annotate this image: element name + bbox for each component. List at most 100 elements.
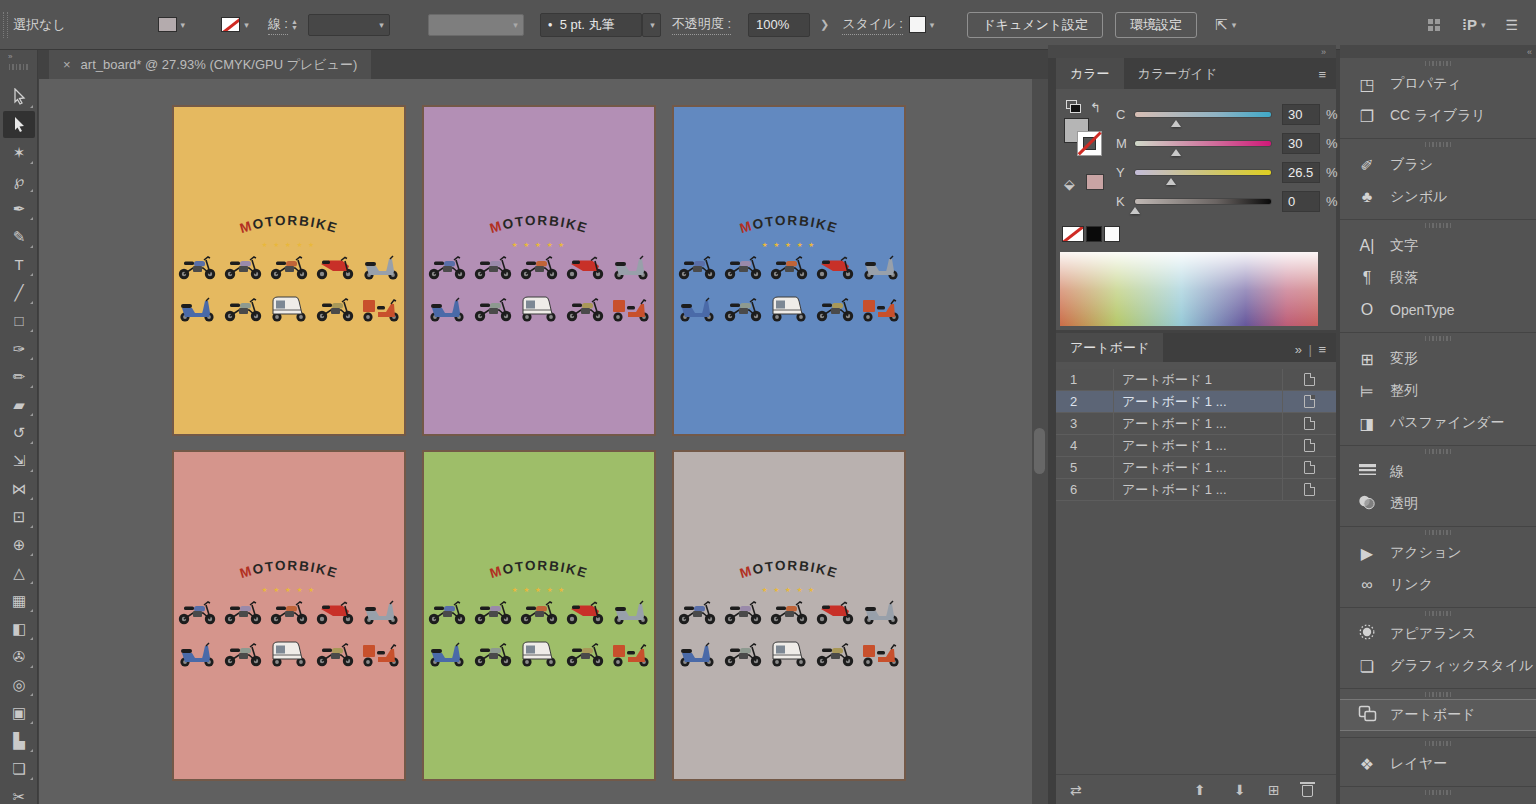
rectangle-tool[interactable]: □ xyxy=(3,307,35,334)
artboard-row-name[interactable]: アートボード 1 ... xyxy=(1114,481,1282,499)
blend-tool[interactable]: ◎ xyxy=(3,671,35,698)
dock-item-アクション[interactable]: ▶ アクション xyxy=(1340,537,1536,569)
color-spectrum[interactable] xyxy=(1060,252,1318,326)
fill-chevron-icon[interactable]: ▾ xyxy=(181,20,186,30)
document-tab[interactable]: × art_board* @ 27.93% (CMYK/GPU プレビュー) xyxy=(49,50,371,79)
tab-color-guide[interactable]: カラーガイド xyxy=(1124,58,1232,89)
new-artboard-icon[interactable]: ⊞ xyxy=(1268,782,1280,798)
brush-definition-field[interactable]: ●5 pt. 丸筆 xyxy=(540,13,642,37)
artboard-row-3[interactable]: 3 アートボード 1 ... xyxy=(1056,413,1336,435)
app-grid-icon[interactable] xyxy=(1428,19,1440,31)
free-transform-tool[interactable]: ⊡ xyxy=(3,503,35,530)
artboard-page-icon[interactable] xyxy=(1282,457,1336,478)
artboard-row-name[interactable]: アートボード 1 ... xyxy=(1114,459,1282,477)
dock-item-リンク[interactable]: ∞ リンク xyxy=(1340,569,1536,601)
slider-track-C[interactable] xyxy=(1134,111,1272,118)
rotate-tool[interactable]: ↺ xyxy=(3,419,35,446)
artboard-page-icon[interactable] xyxy=(1282,413,1336,434)
stroke-weight-label[interactable]: 線 : xyxy=(268,15,288,35)
artboard-row-4[interactable]: 4 アートボード 1 ... xyxy=(1056,435,1336,457)
dock-item-レイヤー[interactable]: ❖ レイヤー xyxy=(1340,748,1536,780)
artboard-row-name[interactable]: アートボード 1 ... xyxy=(1114,415,1282,433)
dock-item-グラフィックスタイル[interactable]: ❏ グラフィックスタイル xyxy=(1340,650,1536,682)
color-panel-menu-icon[interactable]: ≡ xyxy=(1318,67,1326,82)
style-chevron-icon[interactable]: ▾ xyxy=(930,20,935,30)
isolate-selection-icon[interactable]: ⇱ xyxy=(1215,16,1228,34)
dock-item-透明[interactable]: 透明 xyxy=(1340,488,1536,520)
artboard-tool[interactable]: ❏ xyxy=(3,755,35,782)
eyedropper-tool[interactable]: ✇ xyxy=(3,643,35,670)
stroke-stepper[interactable]: ▲▼ xyxy=(291,19,298,31)
dock-item-シンボル[interactable]: ♣ シンボル xyxy=(1340,181,1536,213)
pen-tool[interactable]: ✒ xyxy=(3,195,35,222)
stroke-chevron-icon[interactable]: ▾ xyxy=(244,20,249,30)
pencil-tool[interactable]: ✏ xyxy=(3,363,35,390)
dock-item-ブラシ[interactable]: ✐ ブラシ xyxy=(1340,149,1536,181)
type-tool[interactable]: T xyxy=(3,251,35,278)
artboard-row-2[interactable]: 2 アートボード 1 ... xyxy=(1056,391,1336,413)
artboard-row-name[interactable]: アートボード 1 ... xyxy=(1114,437,1282,455)
dock-item-OpenType[interactable]: O OpenType xyxy=(1340,294,1536,326)
shape-builder-tool[interactable]: ⊕ xyxy=(3,531,35,558)
opacity-label[interactable]: 不透明度 : xyxy=(672,15,731,35)
tab-color[interactable]: カラー xyxy=(1056,58,1124,89)
close-tab-icon[interactable]: × xyxy=(63,57,71,72)
scale-tool[interactable]: ⇲ xyxy=(3,447,35,474)
cube-3d-icon[interactable]: ⬙ xyxy=(1064,176,1075,192)
dock-item-変形[interactable]: ⊞ 変形 xyxy=(1340,343,1536,375)
dock-item-パスファインダー[interactable]: ◨ パスファインダー xyxy=(1340,407,1536,439)
artboard-1[interactable]: MOTORBIKE★ ★ ★ ★ ★ xyxy=(172,105,406,436)
slider-track-K[interactable] xyxy=(1134,198,1272,205)
dock-item-アピアランス[interactable]: アピアランス xyxy=(1340,618,1536,650)
scrollbar-thumb[interactable] xyxy=(1034,428,1045,474)
dock-item-CC ライブラリ[interactable]: ❐ CC ライブラリ xyxy=(1340,100,1536,132)
artboard-4[interactable]: MOTORBIKE★ ★ ★ ★ ★ xyxy=(172,450,406,781)
canvas[interactable]: MOTORBIKE★ ★ ★ ★ ★MOTORBIKE★ ★ ★ ★ ★MOTO… xyxy=(39,79,1032,804)
curvature-tool[interactable]: ✎ xyxy=(3,223,35,250)
artboard-6[interactable]: MOTORBIKE★ ★ ★ ★ ★ xyxy=(672,450,906,781)
variable-width-dropdown[interactable]: ▾ xyxy=(428,14,524,36)
artboard-2[interactable]: MOTORBIKE★ ★ ★ ★ ★ xyxy=(422,105,656,436)
stroke-weight-dropdown[interactable]: ▾ xyxy=(308,14,390,36)
toolbar-grip[interactable] xyxy=(9,64,28,70)
dock-item-partial[interactable]: ▩ xyxy=(1340,797,1536,804)
artboard-3[interactable]: MOTORBIKE★ ★ ★ ★ ★ xyxy=(672,105,906,436)
delete-artboard-icon[interactable] xyxy=(1302,785,1313,797)
artboards-collapse-icon[interactable]: » xyxy=(1295,342,1302,357)
slider-thumb[interactable] xyxy=(1171,120,1181,127)
eraser-tool[interactable]: ▰ xyxy=(3,391,35,418)
preferences-button[interactable]: 環境設定 xyxy=(1115,12,1197,38)
vertical-scrollbar[interactable] xyxy=(1032,79,1048,804)
dock-item-線[interactable]: 線 xyxy=(1340,456,1536,488)
slider-thumb[interactable] xyxy=(1130,207,1140,214)
paintbrush-tool[interactable]: ✑ xyxy=(3,335,35,362)
gradient-tool[interactable]: ◧ xyxy=(3,615,35,642)
artboard-page-icon[interactable] xyxy=(1282,369,1336,390)
dock-item-段落[interactable]: ¶ 段落 xyxy=(1340,262,1536,294)
slider-thumb[interactable] xyxy=(1171,149,1181,156)
artboards-menu-icon[interactable]: ≡ xyxy=(1318,342,1326,357)
opacity-field[interactable]: 100% xyxy=(748,13,810,37)
artboard-row-1[interactable]: 1 アートボード 1 xyxy=(1056,369,1336,391)
dock-collapse-strip[interactable]: « xyxy=(1340,45,1536,58)
opacity-expand-icon[interactable]: ❯ xyxy=(820,18,829,31)
width-tool[interactable]: ⋈ xyxy=(3,475,35,502)
perspective-grid-tool[interactable]: △ xyxy=(3,559,35,586)
slider-value-M[interactable]: 30 xyxy=(1282,133,1320,154)
style-swatch[interactable] xyxy=(909,16,926,33)
artboard-5[interactable]: MOTORBIKE★ ★ ★ ★ ★ xyxy=(422,450,656,781)
slice-tool[interactable]: ✂ xyxy=(3,783,35,804)
slider-value-Y[interactable]: 26.5 xyxy=(1282,162,1320,183)
toolbar-collapse-icon[interactable]: » xyxy=(8,52,11,61)
slider-value-K[interactable]: 0 xyxy=(1282,191,1320,212)
stroke-color-swatch[interactable] xyxy=(221,17,240,32)
search-list-icon[interactable]: ☰ xyxy=(1505,17,1518,33)
dock-item-アートボード[interactable]: アートボード xyxy=(1340,699,1536,731)
artboard-row-5[interactable]: 5 アートボード 1 ... xyxy=(1056,457,1336,479)
direct-selection-tool[interactable] xyxy=(3,83,35,110)
panel-collapse-strip[interactable]: » xyxy=(1048,45,1336,58)
move-down-icon[interactable]: ⬇ xyxy=(1234,782,1246,798)
brush-chevron-icon[interactable]: ▾ xyxy=(642,13,661,37)
workspace-icon[interactable]: ⁞P xyxy=(1462,16,1477,33)
artboard-page-icon[interactable] xyxy=(1282,479,1336,500)
